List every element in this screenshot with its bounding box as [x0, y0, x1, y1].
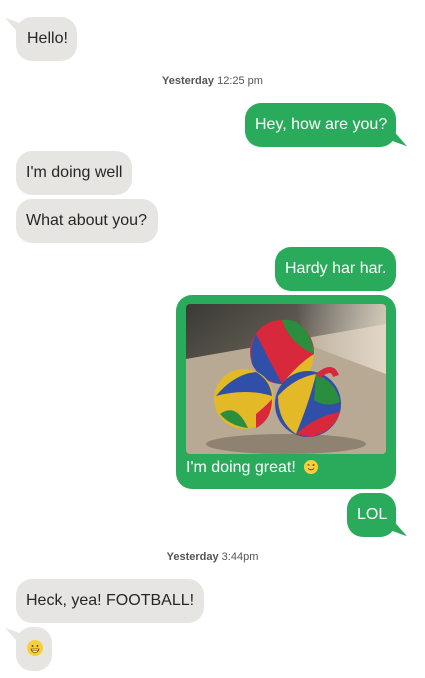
message-incoming: Heck, yea! FOOTBALL! [16, 579, 204, 623]
timestamp-time: 3:44pm [221, 551, 259, 563]
chat-thread: Hello! Yesterday 12:25 pm Hey, how are y… [0, 0, 425, 678]
message-text: LOL [357, 506, 388, 523]
message-text: Heck, yea! FOOTBALL! [26, 592, 195, 609]
photo-message: I'm doing great! [176, 295, 396, 489]
grinning-face-icon [27, 640, 43, 656]
timestamp-time: 12:25 pm [217, 75, 263, 87]
timestamp-day: Yesterday [162, 75, 215, 87]
message-incoming: I'm doing well [16, 151, 132, 195]
message-incoming: What about you? [16, 199, 158, 243]
message-incoming: Hello! [16, 17, 77, 61]
message-text: Hardy har har. [285, 260, 387, 277]
message-outgoing: Hardy har har. [275, 247, 396, 291]
timestamp-day: Yesterday [166, 551, 219, 563]
message-text: I'm doing great! [186, 459, 296, 476]
message-outgoing: Hey, how are you? [245, 103, 396, 147]
winking-face-icon [304, 460, 319, 474]
photo-caption: I'm doing great! [186, 458, 319, 478]
message-incoming [16, 627, 52, 671]
message-text: Hello! [27, 30, 68, 47]
timestamp: Yesterday 12:25 pm [0, 74, 425, 88]
message-outgoing: LOL [347, 493, 396, 537]
message-text: Hey, how are you? [255, 116, 388, 133]
message-text: I'm doing well [26, 164, 123, 181]
juggling-balls-photo[interactable] [186, 304, 386, 454]
timestamp: Yesterday 3:44pm [0, 550, 425, 564]
message-text: What about you? [26, 212, 147, 229]
